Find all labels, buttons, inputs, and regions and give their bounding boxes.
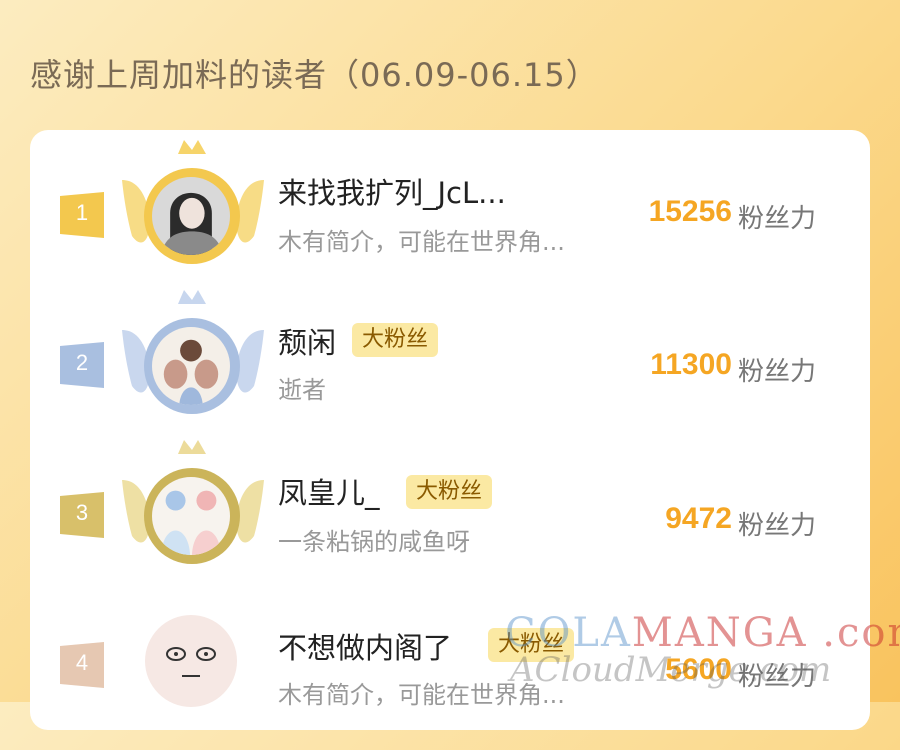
avatar[interactable] xyxy=(120,440,270,590)
avatar[interactable] xyxy=(120,600,270,750)
fan-power-unit: 粉丝力 xyxy=(738,357,817,387)
user-bio: 木有简介，可能在世界角... xyxy=(278,228,565,256)
fan-power-unit: 粉丝力 xyxy=(738,204,817,234)
user-name[interactable]: 凤皇儿_ xyxy=(278,470,380,512)
user-bio: 逝者 xyxy=(278,376,326,404)
rank-badge-gold: 1 xyxy=(60,192,104,238)
reader-ranking-list: 1 来找我扩列_JcL... 木有简介，可能在世界角... 15256 粉丝力 xyxy=(30,130,870,730)
big-fan-badge: 大粉丝 xyxy=(352,323,439,357)
rank-badge-bronze: 3 xyxy=(60,492,104,538)
avatar-photo xyxy=(148,473,234,559)
reader-row-3[interactable]: 3 凤皇儿_ 大粉丝 一条粘锅的咸鱼呀 9472 粉丝力 xyxy=(30,440,870,590)
user-bio: 一条粘锅的咸鱼呀 xyxy=(278,528,470,556)
fan-power-unit: 粉丝力 xyxy=(738,662,817,692)
user-name[interactable]: 颓闲 xyxy=(278,320,336,362)
reader-row-4[interactable]: 4 不想做内阁了 大粉丝 木有简介，可能在世界角... 5600 粉丝力 xyxy=(30,590,870,740)
user-bio: 木有简介，可能在世界角... xyxy=(278,681,565,709)
fan-power-score: 15256 xyxy=(648,195,732,228)
user-name[interactable]: 来找我扩列_JcL... xyxy=(278,170,506,212)
fan-power-score: 9472 xyxy=(665,502,732,535)
avatar-photo xyxy=(144,614,238,708)
fan-power-unit: 粉丝力 xyxy=(738,511,817,541)
avatar[interactable] xyxy=(120,290,270,440)
page-title: 感谢上周加料的读者（06.09-06.15） xyxy=(30,56,599,94)
reader-row-1[interactable]: 1 来找我扩列_JcL... 木有简介，可能在世界角... 15256 粉丝力 xyxy=(30,140,870,290)
rank-badge-silver: 2 xyxy=(60,342,104,388)
big-fan-badge: 大粉丝 xyxy=(406,475,493,509)
fan-power-score: 11300 xyxy=(650,348,732,381)
avatar-photo xyxy=(148,173,234,259)
avatar[interactable] xyxy=(120,140,270,290)
big-fan-badge: 大粉丝 xyxy=(488,628,575,662)
rank-badge-4: 4 xyxy=(60,642,104,688)
fan-power-score: 5600 xyxy=(665,653,732,686)
user-name[interactable]: 不想做内阁了 xyxy=(278,625,452,667)
avatar-photo xyxy=(148,323,234,409)
reader-row-2[interactable]: 2 颓闲 大粉丝 逝者 11300 粉丝力 xyxy=(30,290,870,440)
